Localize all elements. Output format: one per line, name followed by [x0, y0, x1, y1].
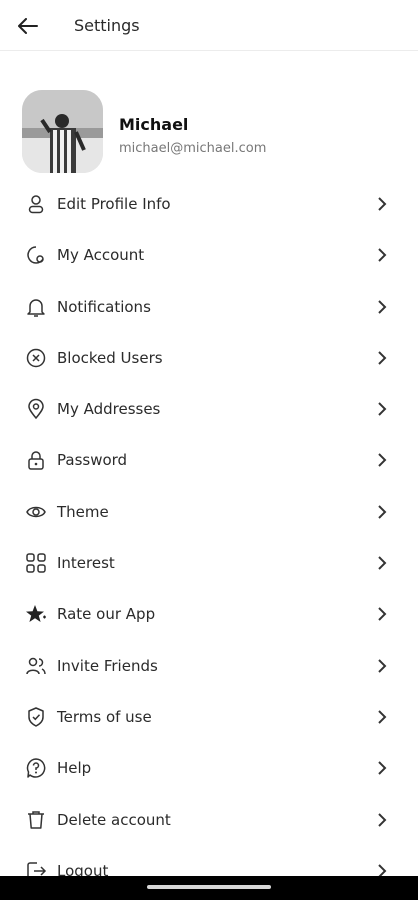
chevron-right-icon	[378, 761, 387, 775]
menu-item-label: Delete account	[57, 810, 171, 829]
menu-item-edit-profile-info[interactable]: Edit Profile Info	[0, 180, 418, 231]
menu-item-blocked-users[interactable]: Blocked Users	[0, 334, 418, 385]
star-icon	[26, 605, 46, 623]
menu-item-interest[interactable]: Interest	[0, 539, 418, 590]
users-icon	[26, 657, 46, 674]
chevron-right-icon	[378, 607, 387, 622]
chevron-right-icon	[378, 351, 387, 365]
menu-item-label: Rate our App	[57, 605, 156, 624]
chevron-right-icon	[378, 658, 387, 673]
menu-item-label: My Addresses	[57, 400, 161, 419]
chevron-right-icon	[378, 710, 387, 724]
chevron-right-icon	[378, 299, 387, 314]
chevron-right-icon	[378, 556, 387, 570]
chevron-right-icon	[378, 505, 387, 519]
menu-item-label: Edit Profile Info	[57, 195, 171, 213]
menu-item-terms-of-use[interactable]: Terms of use	[0, 693, 418, 744]
person-icon	[28, 195, 44, 214]
menu-item-my-account[interactable]: My Account	[0, 231, 418, 282]
lock-icon	[28, 451, 44, 471]
menu-item-my-addresses[interactable]: My Addresses	[0, 385, 418, 436]
menu-item-rate-our-app[interactable]: Rate our App	[0, 590, 418, 641]
help-icon	[26, 758, 46, 779]
menu-item-label: Theme	[57, 502, 109, 521]
trash-icon	[28, 810, 44, 829]
menu-item-help[interactable]: Help	[0, 744, 418, 795]
menu-item-label: Password	[57, 451, 128, 470]
profile-card: Michael michael@michael.com	[22, 90, 402, 174]
home-gesture-handle[interactable]	[147, 885, 271, 889]
chevron-right-icon	[378, 248, 387, 263]
menu-item-notifications[interactable]: Notifications	[0, 283, 418, 334]
profile-email: michael@michael.com	[119, 141, 267, 156]
menu-item-label: Interest	[57, 554, 115, 573]
bell-icon	[27, 298, 45, 317]
chevron-right-icon	[378, 197, 387, 211]
menu-item-label: My Account	[57, 246, 145, 265]
menu-item-password[interactable]: Password	[0, 436, 418, 487]
chevron-right-icon	[378, 402, 387, 416]
menu-item-label: Help	[57, 759, 92, 778]
eye-icon	[26, 506, 46, 518]
grid-icon	[26, 553, 46, 573]
avatar[interactable]	[22, 90, 103, 173]
menu-item-label: Terms of use	[57, 707, 152, 726]
location-pin-icon	[28, 398, 44, 420]
back-button[interactable]	[14, 13, 42, 39]
menu-item-label: Blocked Users	[57, 348, 163, 367]
profile-name: Michael	[119, 115, 189, 134]
app-bar: Settings	[0, 0, 418, 51]
shield-check-icon	[28, 707, 44, 727]
blocked-icon	[26, 348, 46, 368]
menu-item-delete-account[interactable]: Delete account	[0, 796, 418, 847]
chevron-right-icon	[378, 453, 387, 468]
menu-item-label: Notifications	[57, 297, 151, 316]
menu-item-invite-friends[interactable]: Invite Friends	[0, 642, 418, 693]
menu-item-theme[interactable]: Theme	[0, 488, 418, 539]
account-icon	[27, 246, 44, 265]
system-navigation-bar	[0, 876, 418, 900]
chevron-right-icon	[378, 812, 387, 827]
page-title: Settings	[74, 16, 140, 35]
settings-list: Edit Profile Info My Account Notificatio…	[0, 180, 418, 898]
menu-item-label: Invite Friends	[57, 656, 158, 675]
arrow-left-icon	[18, 18, 38, 34]
